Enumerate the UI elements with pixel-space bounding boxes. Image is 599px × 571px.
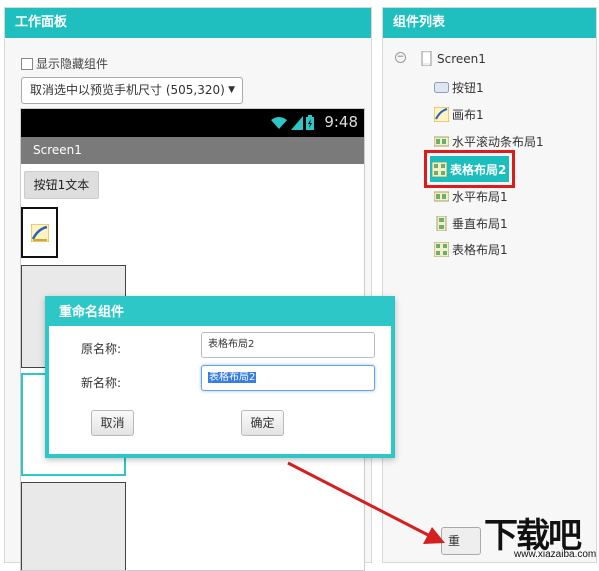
old-name-field[interactable]: 表格布局2 bbox=[201, 332, 375, 358]
status-icons bbox=[270, 115, 314, 130]
tree-item-canvas1[interactable]: 画布1 bbox=[434, 106, 484, 123]
old-name-value: 表格布局2 bbox=[208, 339, 255, 350]
new-name-value: 表格布局2 bbox=[208, 372, 257, 383]
table-layout-icon bbox=[434, 242, 449, 257]
wifi-icon bbox=[271, 116, 287, 129]
watermark-logo: 下载吧 www.xiazaiba.com bbox=[484, 508, 599, 563]
button-icon bbox=[434, 82, 449, 93]
selected-item-highlight: 表格布局2 bbox=[424, 150, 515, 188]
preview-button-1[interactable]: 按钮1文本 bbox=[24, 171, 99, 199]
checkbox-box[interactable] bbox=[21, 57, 33, 70]
tree-item-table-layout2[interactable]: 表格布局2 bbox=[430, 156, 509, 182]
tree-item-vertical-layout1[interactable]: 垂直布局1 bbox=[434, 215, 508, 232]
preview-horizontal-layout[interactable] bbox=[21, 482, 126, 570]
tree-item-horizontal-scroll-layout1[interactable]: 水平滚动条布局1 bbox=[434, 133, 544, 150]
tree-item-label: 表格布局1 bbox=[452, 243, 508, 257]
status-bar: 9:48 bbox=[21, 109, 364, 137]
collapse-toggle-icon[interactable]: − bbox=[395, 52, 406, 63]
tree-item-label: 水平布局1 bbox=[452, 190, 508, 204]
dropdown-arrow-icon: ▼ bbox=[228, 85, 235, 95]
rename-component-dialog: 重命名组件 原名称: 表格布局2 新名称: 表格布局2 取消 确定 bbox=[45, 296, 395, 458]
status-time: 9:48 bbox=[324, 113, 358, 131]
tree-item-screen1[interactable]: Screen1 bbox=[419, 51, 486, 66]
show-hidden-label: 显示隐藏组件 bbox=[36, 57, 109, 71]
new-name-label: 新名称: bbox=[81, 376, 122, 390]
tree-item-label: 按钮1 bbox=[452, 81, 484, 95]
tree-item-horizontal-layout1[interactable]: 水平布局1 bbox=[434, 188, 508, 205]
tree-item-table-layout1[interactable]: 表格布局1 bbox=[434, 241, 508, 258]
work-panel-title: 工作面板 bbox=[5, 8, 371, 38]
preview-size-value: 取消选中以预览手机尺寸 (505,320) bbox=[30, 83, 225, 97]
canvas-icon bbox=[434, 107, 449, 122]
screen-title-bar: Screen1 bbox=[21, 137, 364, 164]
preview-size-select[interactable]: 取消选中以预览手机尺寸 (505,320) ▼ bbox=[21, 77, 243, 104]
tree-item-label: 画布1 bbox=[452, 108, 484, 122]
canvas-icon bbox=[31, 224, 49, 242]
tree-item-label: 垂直布局1 bbox=[452, 217, 508, 231]
tree-item-button1[interactable]: 按钮1 bbox=[434, 79, 484, 96]
dialog-title: 重命名组件 bbox=[49, 300, 391, 326]
preview-canvas-1[interactable] bbox=[21, 207, 58, 258]
signal-icon bbox=[291, 115, 303, 130]
tree-item-label: 水平滚动条布局1 bbox=[452, 135, 544, 149]
screen-icon bbox=[421, 51, 432, 66]
annotation-arrow bbox=[287, 461, 445, 544]
show-hidden-components-checkbox[interactable]: 显示隐藏组件 bbox=[21, 55, 108, 72]
ok-button[interactable]: 确定 bbox=[241, 410, 284, 436]
table-layout-icon bbox=[432, 161, 447, 177]
tree-item-label: 表格布局2 bbox=[450, 162, 507, 177]
battery-icon bbox=[306, 115, 314, 130]
horizontal-layout-icon bbox=[434, 191, 449, 202]
old-name-label: 原名称: bbox=[81, 342, 122, 356]
component-list-title: 组件列表 bbox=[383, 8, 596, 38]
tree-item-label: Screen1 bbox=[437, 51, 486, 66]
new-name-field[interactable]: 表格布局2 bbox=[201, 365, 375, 391]
cancel-button[interactable]: 取消 bbox=[91, 410, 134, 436]
vertical-layout-icon bbox=[436, 216, 447, 231]
watermark-url: www.xiazaiba.com bbox=[514, 549, 597, 560]
horizontal-scroll-layout-icon bbox=[434, 136, 449, 147]
